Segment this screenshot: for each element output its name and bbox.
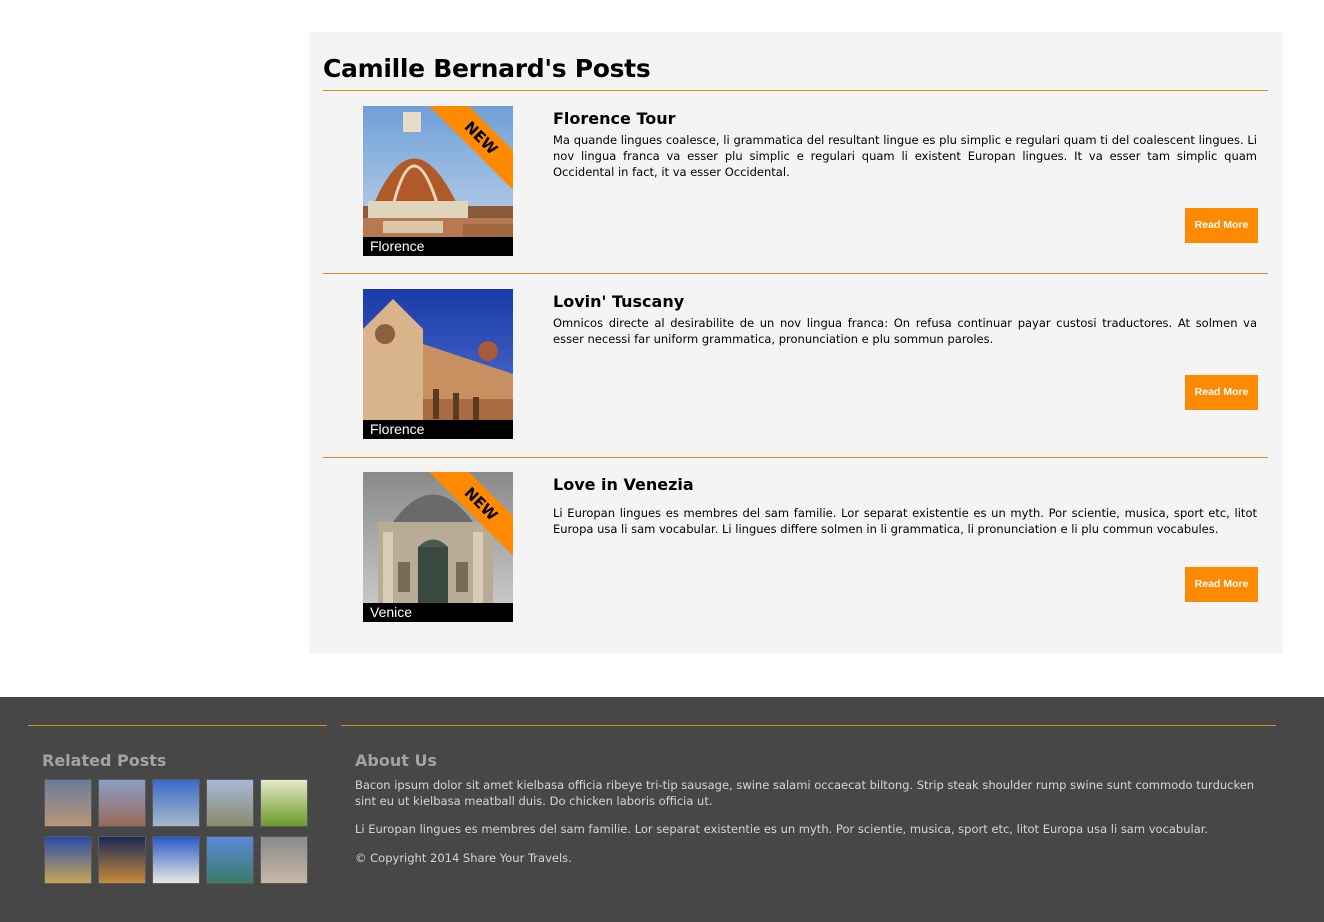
- related-thumbnail[interactable]: [260, 779, 308, 827]
- read-more-button[interactable]: Read More: [1185, 375, 1258, 410]
- tuscany-church-image: [363, 289, 513, 439]
- divider: [323, 457, 1268, 458]
- related-thumbnail[interactable]: [44, 836, 92, 884]
- post-thumbnail[interactable]: Florence: [363, 289, 513, 439]
- related-thumbnail[interactable]: [206, 779, 254, 827]
- post-excerpt: Li Europan lingues es membres del sam fa…: [553, 506, 1257, 536]
- site-footer: Related Posts About Us Bacon ipsum dolor…: [0, 697, 1324, 922]
- divider: [323, 273, 1268, 274]
- post-excerpt: Ma quande lingues coalesce, li grammatic…: [553, 133, 1257, 179]
- related-thumbnail[interactable]: [98, 779, 146, 827]
- about-us-heading: About Us: [355, 751, 437, 770]
- footer-divider: [28, 725, 327, 726]
- about-us-text: Li Europan lingues es membres del sam fa…: [355, 822, 1209, 836]
- post-title[interactable]: Love in Venezia: [553, 475, 694, 494]
- related-thumbnail[interactable]: [44, 779, 92, 827]
- related-thumbnail[interactable]: [206, 836, 254, 884]
- post-thumbnail[interactable]: NEW Venice: [363, 472, 513, 622]
- about-us-text: Bacon ipsum dolor sit amet kielbasa offi…: [355, 778, 1255, 808]
- post-title[interactable]: Florence Tour: [553, 109, 676, 128]
- thumbnail-caption: Florence: [363, 420, 513, 439]
- footer-divider: [341, 725, 1276, 726]
- post-excerpt: Omnicos directe al desirabilite de un no…: [553, 316, 1257, 346]
- read-more-button[interactable]: Read More: [1185, 567, 1258, 602]
- post-item: Florence Lovin' Tuscany Omnicos directe …: [309, 289, 1283, 472]
- related-thumbnail[interactable]: [152, 836, 200, 884]
- thumbnail-caption: Venice: [363, 603, 513, 622]
- thumbnail-caption: Florence: [363, 237, 513, 256]
- related-thumbnail[interactable]: [260, 836, 308, 884]
- related-thumbnail[interactable]: [152, 779, 200, 827]
- divider: [323, 90, 1268, 91]
- related-posts-grid: [44, 779, 310, 885]
- posts-panel: Camille Bernard's Posts NEW Florence Flo…: [309, 32, 1283, 654]
- post-item: NEW Florence Florence Tour Ma quande lin…: [309, 106, 1283, 289]
- copyright: © Copyright 2014 Share Your Travels.: [355, 851, 572, 865]
- read-more-button[interactable]: Read More: [1185, 208, 1258, 243]
- related-thumbnail[interactable]: [98, 836, 146, 884]
- post-thumbnail[interactable]: NEW Florence: [363, 106, 513, 256]
- post-item: NEW Venice Love in Venezia Li Europan li…: [309, 472, 1283, 655]
- post-title[interactable]: Lovin' Tuscany: [553, 292, 684, 311]
- page-title: Camille Bernard's Posts: [323, 54, 651, 83]
- related-posts-heading: Related Posts: [42, 751, 167, 770]
